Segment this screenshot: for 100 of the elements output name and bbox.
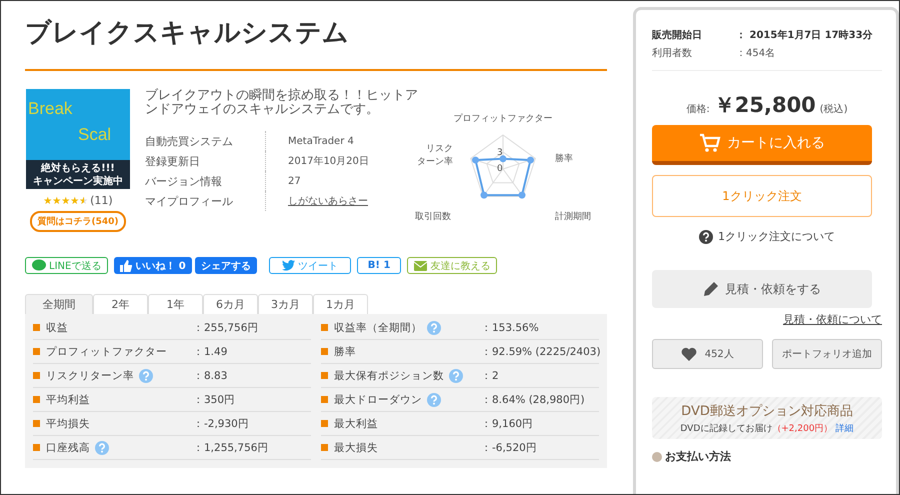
bullet-square-icon [33,420,40,427]
stat-label: 最大利益 [334,416,378,430]
campaign-banner[interactable]: 絶対もらえる!!! キャンペーン実施中 [26,160,130,189]
stat-value: ：2 [481,368,500,382]
info-label: 自動売買システム [145,131,266,151]
bird-icon [282,260,295,271]
stat-value: ：255,756円 [193,320,260,334]
product-title: ブレイクスキャルシステム [25,17,350,50]
envelope-icon [414,260,428,270]
favorite-button[interactable]: 452人 [652,339,762,369]
rating-count: (11) [90,194,113,207]
pencil-icon [703,281,719,297]
radar-tick: 3 [497,148,503,158]
heart-icon [680,347,697,361]
question-icon [699,230,713,244]
radar-label: 取引回数 [415,212,451,222]
info-label: 登録更新日 [145,151,266,171]
stat-label: 収益 [46,320,68,334]
profile-link[interactable]: しがないあらさー [266,194,368,208]
period-tab[interactable]: 1年 [148,294,203,314]
bullet-square-icon [321,324,328,331]
radar-label: 勝率 [555,154,573,164]
stat-value: ：92.59% (2225/2403) [481,344,599,358]
bullet-square-icon [33,348,40,355]
radar-label: 計測期間 [555,212,591,222]
radar-label: ターン率 [417,157,453,167]
stat-label: 最大損失 [334,440,378,454]
share-button[interactable]: シェアする [194,257,257,274]
sale-label: 利用者数 [652,46,693,60]
quote-info-link[interactable]: 見積・依頼について [783,312,882,327]
sale-value: ：454名 [736,47,776,60]
thumbs-up-icon [120,260,132,272]
one-click-help-link[interactable]: 1クリック注文について [718,229,835,244]
stat-label: 収益率（全期間） [334,320,422,334]
stat-label: 勝率 [334,344,356,358]
cart-icon [699,133,721,153]
bullet-dot-icon [652,452,662,462]
dvd-title: DVD郵送オプション対応商品 [681,402,853,420]
stat-label: 平均利益 [46,392,90,406]
stat-value: ：153.56% [481,320,540,334]
bullet-square-icon [321,348,328,355]
stat-label: リスクリターン率 [46,368,134,382]
bullet-square-icon [33,396,40,403]
info-label: バージョン情報 [145,171,266,191]
bullet-square-icon [321,372,328,379]
period-tab[interactable]: 2年 [93,294,148,314]
stat-label: 最大保有ポジション数 [334,368,444,382]
help-icon[interactable] [449,368,463,382]
sale-value: ： 2015年1月7日 17時33分 [736,28,873,42]
help-icon[interactable] [139,368,153,382]
period-tab[interactable]: 3カ月 [258,294,313,314]
stat-label: 口座残高 [46,440,90,454]
stat-value: ：-6,520円 [481,440,538,454]
share-button[interactable]: いいね！ 0 [114,257,192,274]
stat-label: 最大ドローダウン [334,392,422,406]
period-tab[interactable]: 6カ月 [203,294,258,314]
bullet-square-icon [321,420,328,427]
product-description: ブレイクアウトの瞬間を掠め取る！！ヒットアンドアウェイのスキャルシステムです。 [145,89,419,117]
details-link[interactable]: 詳細 [836,422,854,434]
help-icon[interactable] [427,392,441,406]
stat-value: ：1,255,756円 [193,440,270,454]
banner-text: キャンペーン実施中 [33,174,123,188]
bullet-square-icon [33,444,40,451]
share-button[interactable]: B! 1 [356,257,402,274]
stat-label: 平均損失 [46,416,90,430]
help-icon[interactable] [95,440,109,454]
star-rating: ★★★★★ [43,195,88,207]
price-label: 価格: [686,102,710,116]
help-icon[interactable] [427,320,441,334]
period-tab[interactable]: 全期間 [25,294,93,314]
thumbnail-text: Break [27,98,74,119]
bullet-square-icon [33,324,40,331]
bullet-square-icon [33,372,40,379]
stat-label: プロフィットファクター [46,344,167,358]
info-label: マイプロフィール [145,191,266,211]
tax-note: (税込) [820,102,848,116]
period-tab[interactable]: 1カ月 [313,294,368,314]
bullet-square-icon [321,444,328,451]
radar-label: プロフィットファクター [454,114,552,124]
info-value: MetaTrader 4 [287,136,354,146]
stat-value: ：1.49 [193,344,228,358]
payment-heading: お支払い方法 [665,449,731,464]
stat-value: ：9,160円 [481,416,534,430]
thumbnail-text: Scal [77,124,112,145]
sale-label: 販売開始日 [652,28,703,42]
info-value: 27 [287,176,301,186]
dvd-text: DVDに記録してお届け [680,422,772,434]
stat-value: ：8.64% (28,980円) [481,392,586,406]
stat-value: ：350円 [193,392,236,406]
stat-value: ：-2,930円 [193,416,250,430]
banner-text: 絶対もらえる!!! [41,162,115,174]
stat-value: ：8.83 [193,368,228,382]
info-value: 2017年10月20日 [287,155,369,168]
radar-chart-drawing [470,134,536,199]
dvd-price: （+2,200円） [772,422,833,434]
bullet-square-icon [321,396,328,403]
quote-request-button[interactable]: 見積・依頼をする [652,270,872,308]
radar-tick: 0 [497,164,503,174]
add-portfolio-button[interactable]: ポートフォリオ追加 [772,339,882,369]
price-amount: ￥25,800 [714,92,816,119]
